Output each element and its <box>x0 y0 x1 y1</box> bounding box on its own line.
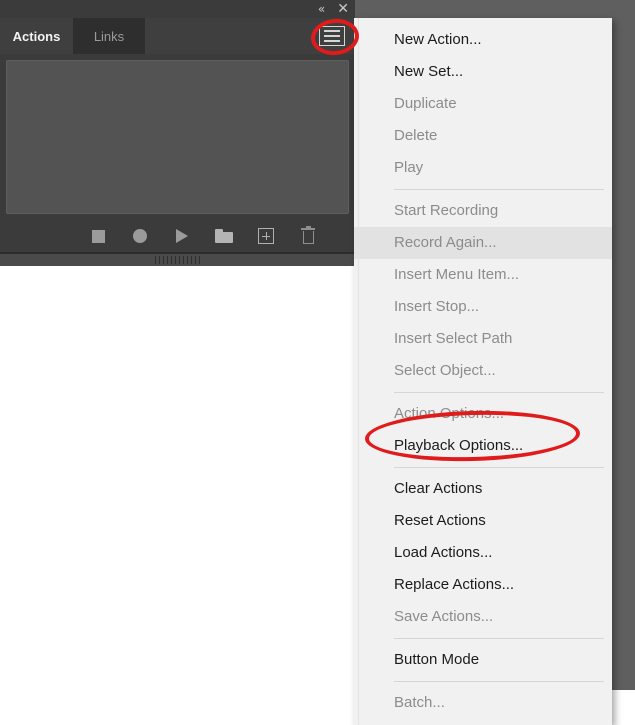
menu-separator <box>394 189 604 190</box>
menu-item-duplicate: Duplicate <box>394 95 457 112</box>
menu-item-select-object: Select Object... <box>394 362 496 379</box>
menu-separator <box>394 638 604 639</box>
actions-panel-toolbar <box>0 220 355 252</box>
panel-body <box>0 54 355 220</box>
tab-links[interactable]: Links <box>73 18 145 54</box>
stop-playing-recording-button[interactable] <box>89 227 107 245</box>
actions-panel: « ✕ Actions Links <box>0 0 355 266</box>
delete-selection-button[interactable] <box>299 226 317 245</box>
menu-item-reset-actions[interactable]: Reset Actions <box>354 505 612 537</box>
menu-item-clear-actions[interactable]: Clear Actions <box>354 473 612 505</box>
menu-separator <box>394 392 604 393</box>
menu-item-load-actions[interactable]: Load Actions... <box>354 537 612 569</box>
menu-item-batch: Batch... <box>394 694 445 711</box>
actions-list-area[interactable] <box>6 60 349 214</box>
menu-item-save-actions: Save Actions... <box>394 608 494 625</box>
menu-item-start-recording: Start Recording <box>394 202 499 219</box>
menu-item-insert-stop: Insert Stop... <box>394 298 480 315</box>
menu-item-action-options: Action Options... <box>394 405 505 422</box>
new-plus-box-icon <box>258 228 274 244</box>
panel-resize-grip[interactable] <box>0 252 355 266</box>
screenshot-root: « ✕ Actions Links New Action... New Set.… <box>0 0 635 725</box>
panel-titlebar-buttons: « ✕ <box>318 0 349 18</box>
create-new-set-button[interactable] <box>215 227 233 245</box>
menu-item-playback-options[interactable]: Playback Options... <box>354 430 612 462</box>
play-triangle-icon <box>176 229 188 243</box>
actions-flyout-menu: New Action... New Set... Duplicate Delete Pl… <box>354 18 612 725</box>
begin-recording-button[interactable] <box>131 227 149 245</box>
folder-icon <box>215 229 233 243</box>
menu-item-replace-actions[interactable]: Replace Actions... <box>354 569 612 601</box>
panel-tab-bar: Actions Links <box>0 18 355 54</box>
hamburger-menu-icon <box>319 26 345 46</box>
menu-item-record-again: Record Again... <box>354 227 612 259</box>
menu-separator <box>394 681 604 682</box>
menu-item-insert-select-path: Insert Select Path <box>394 330 513 347</box>
document-canvas-area <box>0 266 355 724</box>
stop-icon <box>91 229 105 243</box>
record-circle-icon <box>133 229 147 243</box>
create-new-action-button[interactable] <box>257 227 275 245</box>
trash-icon <box>301 226 315 244</box>
play-current-selection-button[interactable] <box>173 227 191 245</box>
menu-separator <box>394 467 604 468</box>
menu-item-button-mode[interactable]: Button Mode <box>354 644 612 676</box>
menu-item-new-action[interactable]: New Action... <box>354 24 612 56</box>
tab-actions[interactable]: Actions <box>0 18 73 54</box>
menu-item-delete: Delete <box>394 127 438 144</box>
collapse-to-icons-icon[interactable]: « <box>318 3 325 15</box>
close-icon[interactable]: ✕ <box>337 2 349 16</box>
menu-item-new-set[interactable]: New Set... <box>354 56 612 88</box>
panel-titlebar: « ✕ <box>0 0 355 18</box>
grip-handle-icon <box>154 256 201 264</box>
panel-flyout-menu-button[interactable] <box>319 26 345 46</box>
menu-item-insert-menu-item: Insert Menu Item... <box>394 266 520 283</box>
menu-item-play: Play <box>394 159 424 176</box>
